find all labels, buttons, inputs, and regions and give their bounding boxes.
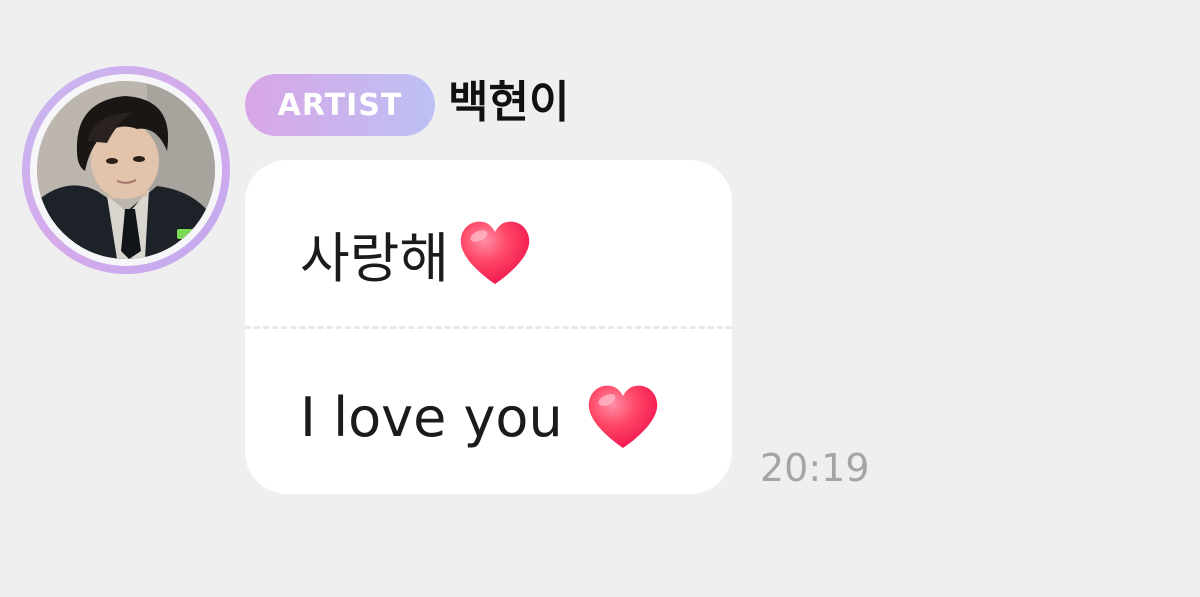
message-text-korean-row: 사랑해 xyxy=(300,208,533,298)
artist-badge: ARTIST xyxy=(245,74,435,136)
heart-icon xyxy=(585,382,661,452)
sender-name[interactable]: 백현이 xyxy=(448,72,569,134)
avatar-ring[interactable] xyxy=(22,66,230,274)
avatar-frame xyxy=(30,74,222,266)
message-text-english-row: I love you xyxy=(300,372,661,462)
message-text-korean: 사랑해 xyxy=(300,226,450,290)
translation-divider xyxy=(245,326,732,329)
message-text-english: I love you xyxy=(300,385,563,449)
avatar[interactable] xyxy=(37,81,215,259)
avatar-photo xyxy=(37,81,215,259)
message-bubble[interactable]: 사랑해 I love you xyxy=(245,160,732,494)
heart-icon xyxy=(457,218,533,288)
message-timestamp: 20:19 xyxy=(760,446,870,490)
